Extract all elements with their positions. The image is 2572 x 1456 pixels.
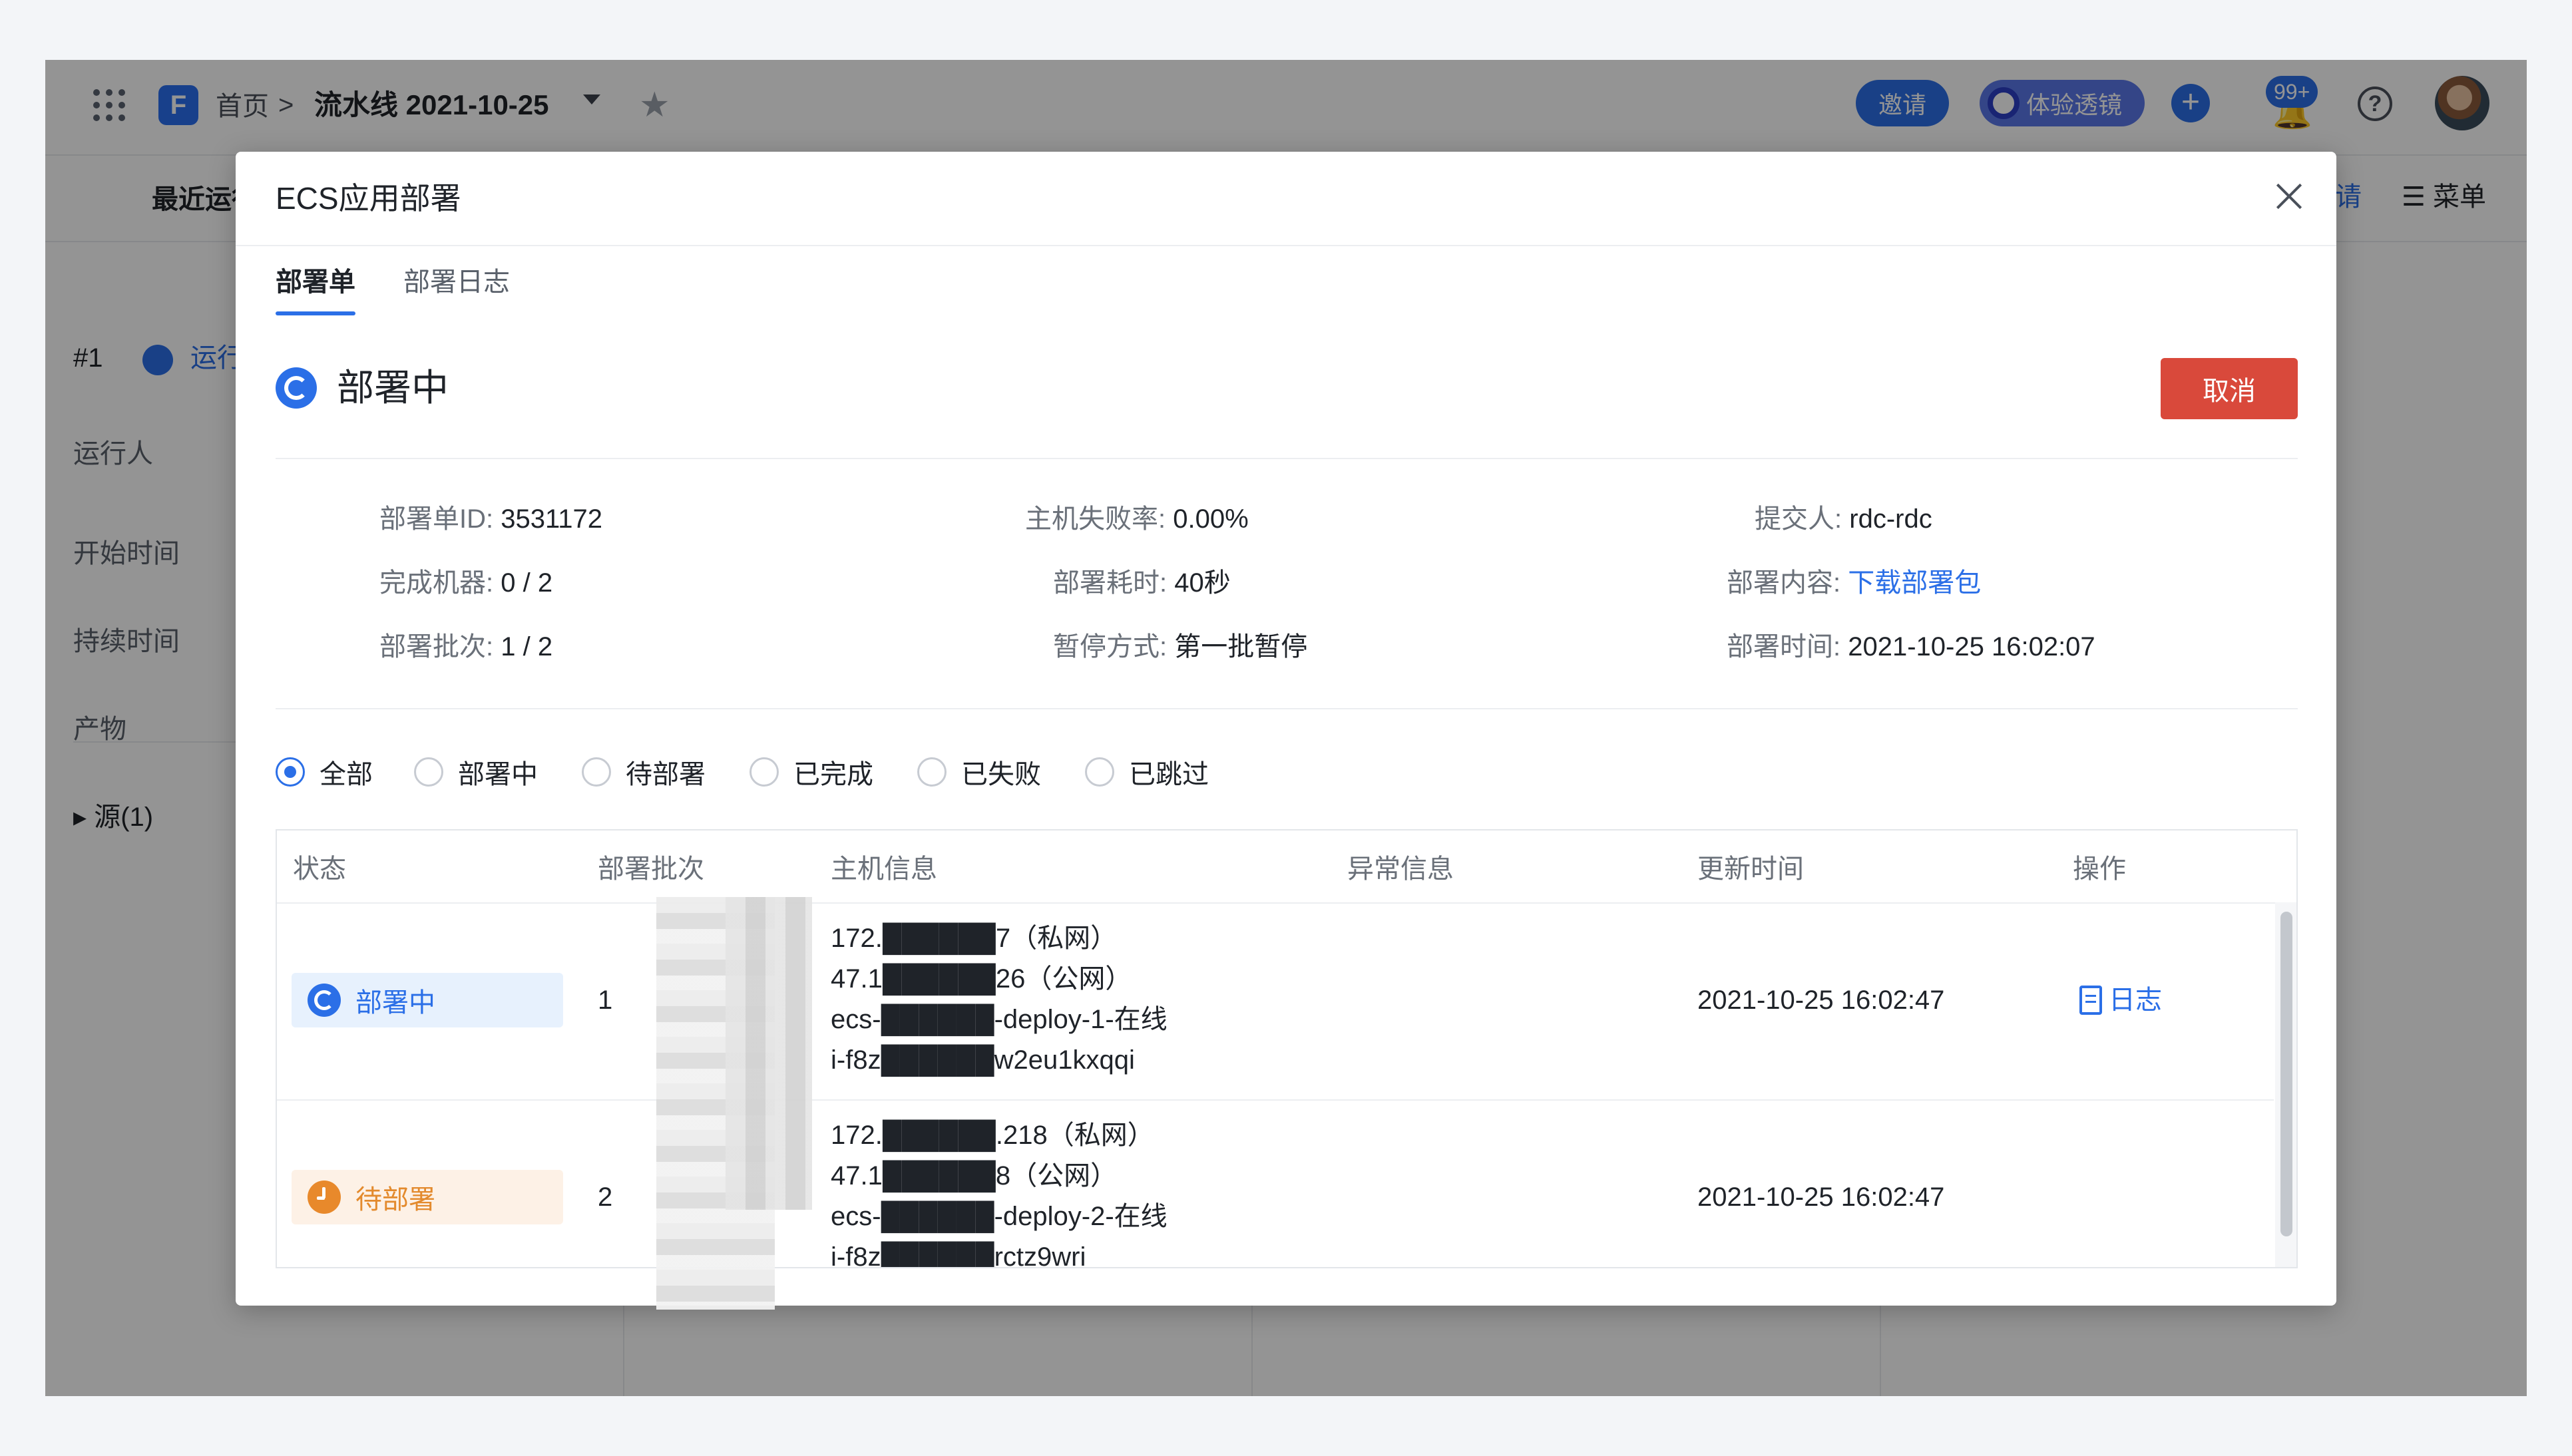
ecs-deploy-modal: ECS应用部署 部署单 部署日志 部署中 取消 部署单ID: 3531172 主…: [236, 152, 2336, 1306]
radio-icon[interactable]: [1085, 757, 1114, 787]
deploy-id-field: 部署单ID: 3531172: [379, 500, 602, 538]
filter-label: 部署中: [458, 760, 538, 789]
divider: [276, 708, 2298, 709]
deploying-status-icon: [276, 367, 317, 409]
batch-cell: 2: [598, 1183, 613, 1212]
pause-mode-label: 暂停方式:: [1053, 632, 1168, 661]
fail-rate-field: 主机失败率: 0.00%: [1025, 500, 1249, 538]
radio-icon[interactable]: [750, 757, 779, 787]
hosts-table: 状态 部署批次 主机信息 异常信息 更新时间 操作 部署中 1 172.████…: [276, 829, 2298, 1268]
host-info-cell: 172.██████7（私网） 47.1██████26（公网） ecs-███…: [831, 918, 1168, 1081]
redaction-mosaic: [726, 897, 812, 1210]
column-header-host: 主机信息: [831, 854, 937, 884]
filter-completed[interactable]: 已完成: [750, 753, 873, 791]
finished-machines-field: 完成机器: 0 / 2: [379, 564, 552, 602]
deploy-id-label: 部署单ID:: [379, 504, 494, 534]
divider: [276, 458, 2298, 459]
radio-icon[interactable]: [414, 757, 443, 787]
instance-id: i-f8z██████w2eu1kxqqi: [831, 1045, 1135, 1075]
divider: [236, 245, 2336, 246]
fail-rate-value: 0.00%: [1173, 504, 1249, 534]
close-icon[interactable]: [2266, 173, 2312, 220]
cancel-button[interactable]: 取消: [2161, 358, 2298, 419]
clock-icon: [308, 1181, 341, 1214]
filter-label: 待部署: [626, 760, 706, 789]
deploy-status-title: 部署中: [337, 367, 449, 409]
deploy-time-label: 部署时间:: [1727, 632, 1841, 661]
fail-rate-label: 主机失败率:: [1025, 504, 1166, 534]
deploy-time-field: 部署时间: 2021-10-25 16:02:07: [1727, 628, 2095, 665]
finished-machines-value: 0 / 2: [501, 568, 553, 598]
radio-icon[interactable]: [582, 757, 611, 787]
divider: [277, 902, 2296, 904]
deploy-batch-field: 部署批次: 1 / 2: [379, 628, 552, 665]
deploy-batch-value: 1 / 2: [501, 632, 553, 661]
host-info-cell: 172.██████.218（私网） 47.1██████8（公网） ecs-█…: [831, 1115, 1168, 1268]
download-package-link[interactable]: 下载部署包: [1848, 568, 1981, 598]
tab-deploy-log[interactable]: 部署日志: [403, 264, 510, 301]
pause-mode-value: 第一批暂停: [1174, 632, 1308, 661]
filter-label: 已失败: [961, 760, 1041, 789]
deploy-duration-field: 部署耗时: 40秒: [1053, 564, 1231, 602]
instance-id: i-f8z██████rctz9wri: [831, 1242, 1086, 1268]
column-header-batch: 部署批次: [598, 854, 704, 884]
deploying-icon: [308, 984, 341, 1017]
public-ip: 47.1██████8（公网）: [831, 1161, 1118, 1190]
deploy-batch-label: 部署批次:: [379, 632, 494, 661]
column-header-updated: 更新时间: [1697, 854, 1804, 884]
column-header-action: 操作: [2073, 854, 2126, 884]
public-ip: 47.1██████26（公网）: [831, 964, 1132, 994]
deploy-duration-label: 部署耗时:: [1053, 568, 1168, 598]
batch-cell: 1: [598, 986, 613, 1015]
deploy-content-label: 部署内容:: [1727, 568, 1841, 598]
table-scrollbar-thumb[interactable]: [2280, 912, 2292, 1236]
view-log-label: 日志: [2109, 986, 2162, 1015]
status-badge: 部署中: [292, 973, 563, 1027]
radio-icon[interactable]: [917, 757, 947, 787]
instance-name: ecs-██████-deploy-2-在线: [831, 1202, 1168, 1231]
filter-pending[interactable]: 待部署: [582, 753, 706, 791]
view-log-link[interactable]: 日志: [2079, 983, 2162, 1017]
status-text: 部署中: [355, 988, 435, 1017]
column-header-error: 异常信息: [1347, 854, 1454, 884]
filter-label: 已完成: [793, 760, 873, 789]
pause-mode-field: 暂停方式: 第一批暂停: [1053, 628, 1307, 665]
submitter-value: rdc-rdc: [1849, 504, 1932, 534]
finished-machines-label: 完成机器:: [379, 568, 494, 598]
filter-skipped[interactable]: 已跳过: [1085, 753, 1209, 791]
active-tab-indicator: [276, 311, 355, 315]
instance-name: ecs-██████-deploy-1-在线: [831, 1005, 1168, 1034]
radio-icon[interactable]: [276, 757, 305, 787]
status-badge: 待部署: [292, 1170, 563, 1224]
submitter-label: 提交人:: [1755, 504, 1842, 534]
column-header-status: 状态: [293, 854, 346, 884]
updated-time-cell: 2021-10-25 16:02:47: [1697, 1183, 1945, 1212]
divider: [277, 1099, 2274, 1101]
modal-title: ECS应用部署: [276, 181, 461, 216]
submitter-field: 提交人: rdc-rdc: [1755, 500, 1932, 538]
private-ip: 172.██████.218（私网）: [831, 1121, 1154, 1150]
filter-all[interactable]: 全部: [276, 753, 373, 791]
filter-label: 全部: [320, 760, 373, 789]
status-text: 待部署: [355, 1185, 435, 1214]
filter-failed[interactable]: 已失败: [917, 753, 1041, 791]
filter-deploying[interactable]: 部署中: [414, 753, 538, 791]
filter-label: 已跳过: [1129, 760, 1209, 789]
deploy-content-field: 部署内容: 下载部署包: [1727, 564, 1981, 602]
updated-time-cell: 2021-10-25 16:02:47: [1697, 986, 1945, 1015]
deploy-duration-value: 40秒: [1174, 568, 1231, 598]
deploy-id-value: 3531172: [501, 504, 603, 534]
private-ip: 172.██████7（私网）: [831, 924, 1118, 953]
tab-deploy-order[interactable]: 部署单: [276, 264, 355, 301]
deploy-time-value: 2021-10-25 16:02:07: [1848, 632, 2095, 661]
document-icon: [2079, 986, 2102, 1015]
